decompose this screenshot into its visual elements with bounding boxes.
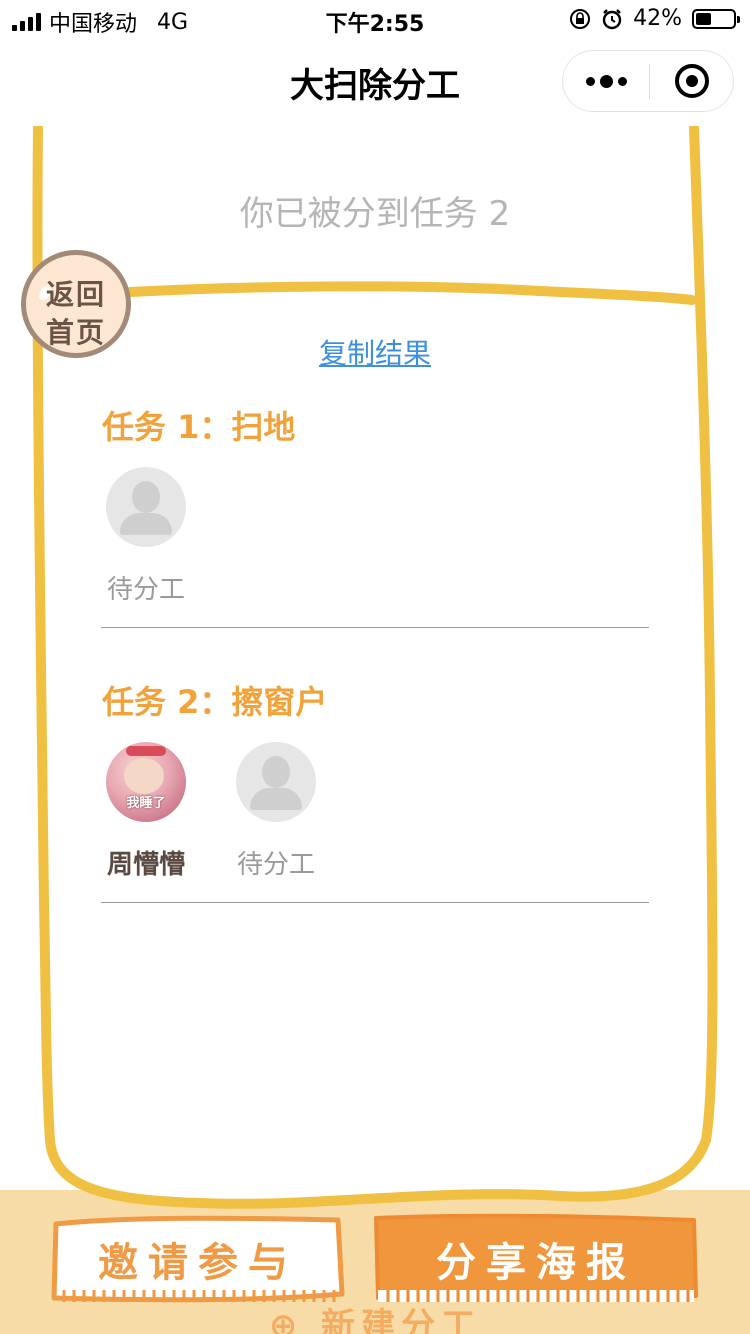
user-avatar: 我睡了 bbox=[106, 742, 186, 822]
task-divider bbox=[101, 902, 649, 903]
share-poster-button[interactable]: 分享海报 bbox=[372, 1212, 700, 1308]
assignment-subtitle: 你已被分到任务 2 bbox=[239, 194, 511, 234]
invite-button-label: 邀请参与 bbox=[98, 1240, 298, 1286]
battery-percent: 42% bbox=[633, 6, 682, 31]
copy-result-link[interactable]: 复制结果 bbox=[0, 332, 750, 372]
capsule-divider bbox=[649, 65, 650, 99]
navigation-bar: 大扫除分工 bbox=[0, 40, 750, 126]
target-circle-icon[interactable] bbox=[675, 64, 709, 98]
status-bar: 中国移动 4G 下午2:55 42% bbox=[0, 0, 750, 40]
rotation-lock-icon bbox=[570, 8, 591, 29]
more-dots-icon[interactable] bbox=[563, 51, 649, 111]
battery-icon bbox=[692, 8, 740, 29]
member-slot[interactable]: 我睡了 周懵懵 bbox=[106, 742, 186, 880]
default-avatar-icon bbox=[106, 467, 186, 547]
avatar-caption: 我睡了 bbox=[126, 796, 166, 811]
task-divider bbox=[101, 627, 649, 628]
member-slot[interactable]: 待分工 bbox=[106, 467, 186, 605]
status-right: 42% bbox=[569, 6, 740, 31]
home-button-label-1: 返回 bbox=[45, 278, 106, 311]
member-name: 待分工 bbox=[236, 850, 315, 880]
mini-program-capsule bbox=[562, 50, 734, 112]
task-title: 任务 1：扫地 bbox=[102, 408, 296, 446]
card-frame-bottom bbox=[46, 1150, 708, 1209]
member-name: 周懵懵 bbox=[106, 850, 185, 880]
alarm-icon bbox=[602, 8, 622, 29]
screen: 中国移动 4G 下午2:55 42% 大扫除分工 你已被分到任务 2 返回 首页… bbox=[0, 0, 750, 1334]
default-avatar-icon bbox=[236, 742, 316, 822]
task-title: 任务 2：擦窗户 bbox=[102, 683, 328, 721]
member-slot[interactable]: 待分工 bbox=[236, 742, 316, 880]
member-name: 待分工 bbox=[106, 575, 185, 605]
share-poster-button-label: 分享海报 bbox=[436, 1240, 636, 1286]
invite-button[interactable]: 邀请参与 bbox=[50, 1212, 346, 1308]
